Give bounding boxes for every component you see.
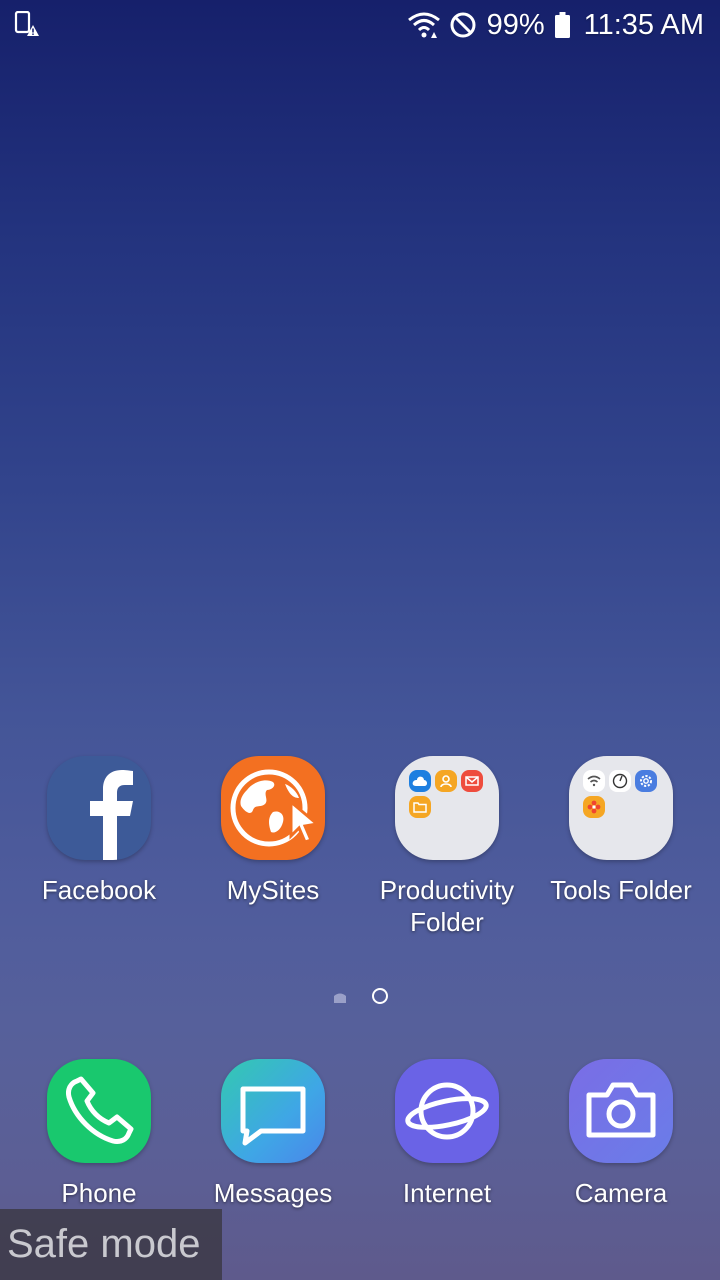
app-messages[interactable]: Messages [186,1059,360,1209]
folder-icon [569,756,673,860]
app-mysites[interactable]: MySites [186,756,360,906]
phone-alert-icon [14,10,40,39]
app-phone[interactable]: Phone [12,1059,186,1209]
folder-icon [395,756,499,860]
battery-percent: 99% [486,8,545,41]
status-bar: 99% 11:35 AM [0,0,720,50]
app-label: Camera [574,1178,668,1208]
phone-icon [47,1059,151,1163]
home-page-dot-icon[interactable] [334,990,346,1003]
wifi-icon [583,770,605,792]
app-label: Productivity Folder [379,875,515,937]
contacts-icon [435,770,457,792]
wifi-icon [407,11,441,39]
app-label: Phone [61,1178,137,1208]
cloud-icon [409,770,431,792]
battery-icon [554,12,570,38]
page-dot-current[interactable] [372,988,388,1004]
app-label: Tools Folder [550,875,692,905]
app-label: Internet [402,1178,492,1208]
message-icon [221,1059,325,1163]
status-time: 11:35 AM [583,8,704,41]
facebook-icon [47,756,151,860]
planet-icon [395,1059,499,1163]
camera-icon [569,1059,673,1163]
globe-cursor-icon [221,756,325,860]
gear-icon [635,770,657,792]
do-not-disturb-icon [449,11,477,39]
app-camera[interactable]: Camera [534,1059,708,1209]
flower-icon [583,796,605,818]
app-label: Facebook [41,875,157,905]
my-files-icon [409,796,431,818]
folder-productivity[interactable]: Productivity Folder [360,756,534,938]
page-indicator [0,987,720,1004]
app-facebook[interactable]: Facebook [12,756,186,906]
app-label: MySites [226,875,320,905]
safe-mode-label: Safe mode [0,1209,222,1280]
app-label: Messages [213,1178,333,1208]
app-internet[interactable]: Internet [360,1059,534,1209]
clock-icon [609,770,631,792]
folder-tools[interactable]: Tools Folder [534,756,708,906]
email-icon [461,770,483,792]
